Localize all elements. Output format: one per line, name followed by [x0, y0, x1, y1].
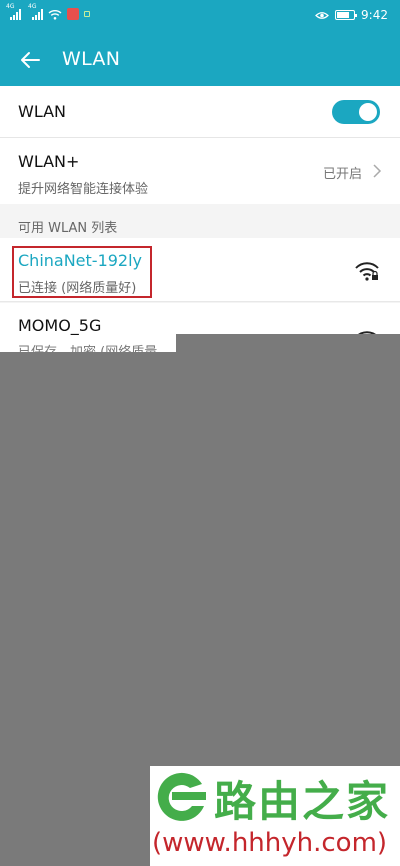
network-name: MOMO_5G: [18, 316, 102, 335]
wlan-plus-row[interactable]: WLAN+ 提升网络智能连接体验 已开启: [0, 138, 400, 204]
wlan-toggle-row[interactable]: WLAN: [0, 86, 400, 138]
watermark-text: 路由之家: [214, 777, 391, 826]
app-bar: WLAN: [0, 34, 400, 86]
cell-signal-2-icon: 4G: [28, 3, 43, 20]
app-notification-icon: [67, 8, 79, 20]
watermark-logo-icon: [157, 772, 206, 821]
eye-comfort-icon: [315, 11, 329, 19]
highlight-annotation-box: [12, 246, 152, 298]
gray-overlay: [176, 334, 400, 352]
section-header-available: 可用 WLAN 列表: [18, 221, 118, 236]
status-bar: 4G 4G 9:42: [0, 0, 400, 34]
wifi-status-icon: [48, 9, 62, 20]
small-notification-icon: [84, 11, 90, 17]
watermark: 路由之家 (www.hhhyh.com): [150, 766, 400, 866]
wlan-plus-subtitle: 提升网络智能连接体验: [18, 182, 149, 197]
status-right: 9:42: [315, 8, 388, 22]
signal1-label: 4G: [6, 3, 15, 10]
wlan-toggle-label: WLAN: [18, 102, 67, 121]
settings-panel: WLAN WLAN+ 提升网络智能连接体验 已开启 可用 WLAN 列表 Chi…: [0, 86, 400, 360]
status-time: 9:42: [361, 8, 388, 22]
wlan-plus-label: WLAN+: [18, 152, 80, 171]
battery-icon: [335, 10, 358, 20]
cell-signal-icon: 4G: [6, 3, 21, 20]
signal2-label: 4G: [28, 3, 37, 10]
switch-knob: [359, 103, 377, 121]
status-left: 4G 4G: [6, 3, 90, 20]
back-arrow-icon[interactable]: [18, 48, 42, 72]
wifi-locked-icon: [355, 262, 379, 281]
wlan-plus-value: 已开启: [322, 167, 362, 182]
chevron-right-icon: [373, 164, 382, 178]
wlan-switch[interactable]: [332, 100, 380, 124]
network-item-chinanet[interactable]: ChinaNet-192ly 已连接 (网络质量好): [0, 238, 400, 302]
page-title: WLAN: [62, 48, 121, 70]
watermark-url: (www.hhhyh.com): [152, 828, 388, 858]
